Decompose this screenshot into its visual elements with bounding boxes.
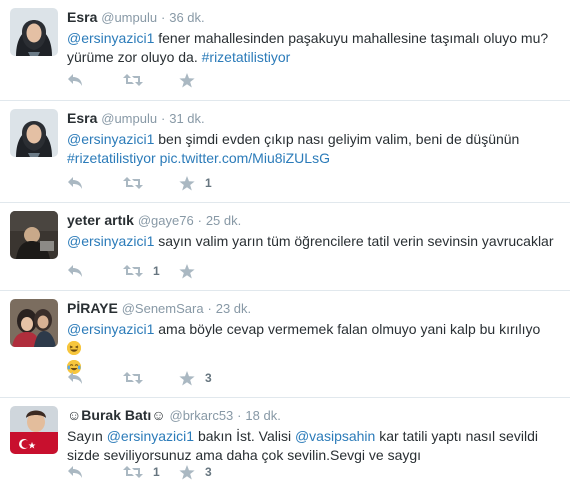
tweet-author-name[interactable]: Esra [67, 9, 97, 25]
reply-icon [68, 74, 82, 86]
favorite-button[interactable] [179, 263, 235, 279]
tweet-timestamp[interactable]: 36 dk. [169, 10, 204, 25]
avatar[interactable] [10, 211, 58, 259]
tweet[interactable]: Esra @umpulu · 36 dk. @ersinyazici1 fene… [0, 0, 570, 101]
star-icon [179, 263, 195, 278]
reply-button[interactable] [67, 176, 123, 190]
tweet[interactable]: PİRAYE @SenemSara · 23 dk. @ersinyazici1… [0, 291, 570, 398]
retweet-button[interactable] [123, 371, 179, 385]
separator-dot: · [160, 111, 166, 126]
reply-icon [68, 265, 82, 277]
separator-dot: · [160, 10, 166, 25]
tweet-author-name[interactable]: ☺Burak Batı☺ [67, 407, 166, 423]
reply-button[interactable] [67, 73, 123, 87]
star-icon [179, 175, 195, 190]
hashtag-link[interactable]: #rizetatilistiyor [202, 49, 291, 65]
favorite-button[interactable] [179, 72, 235, 88]
reply-button[interactable] [67, 465, 123, 479]
tweet-text-segment: sayın valim yarın tüm öğrencilere tatil … [154, 233, 554, 249]
tweet-author-handle[interactable]: @SenemSara [122, 301, 204, 316]
tweet-text-segment: ama böyle cevap vermemek falan olmuyo ya… [154, 321, 541, 337]
tweet-author-name[interactable]: Esra [67, 110, 97, 126]
reply-icon [68, 466, 82, 478]
favorite-count: 1 [205, 176, 212, 190]
reply-button[interactable] [67, 264, 123, 278]
tweet[interactable]: yeter artık @gaye76 · 25 dk. @ersinyazic… [0, 203, 570, 291]
tweet-text: @ersinyazici1 ben şimdi evden çıkıp nası… [67, 130, 558, 168]
tweet-text-segment: ben şimdi evden çıkıp nası geliyim valim… [154, 131, 520, 147]
mention-link[interactable]: @ersinyazici1 [67, 30, 154, 46]
retweet-icon [123, 265, 143, 277]
media-link[interactable]: pic.twitter.com/Miu8iZULsG [160, 150, 330, 166]
retweet-count: 1 [153, 465, 160, 479]
mention-link[interactable]: @vasipsahin [295, 428, 375, 444]
tweet-timestamp[interactable]: 18 dk. [245, 408, 280, 423]
tweet-actions: 1 3 [67, 463, 235, 481]
avatar[interactable] [10, 8, 58, 56]
avatar[interactable] [10, 109, 58, 157]
tweet-text: @ersinyazici1 fener mahallesinden paşaku… [67, 29, 558, 67]
tweet-text-segment: bakın İst. Valisi [194, 428, 295, 444]
tweet-list: Esra @umpulu · 36 dk. @ersinyazici1 fene… [0, 0, 570, 492]
tweet-author-handle[interactable]: @brkarc53 [170, 408, 234, 423]
tweet-text: Sayın @ersinyazici1 bakın İst. Valisi @v… [67, 427, 558, 465]
hashtag-link[interactable]: #rizetatilistiyor [67, 150, 156, 166]
star-icon [179, 72, 195, 87]
mention-link[interactable]: @ersinyazici1 [67, 131, 154, 147]
separator-dot: · [197, 213, 202, 228]
separator-dot: · [207, 301, 212, 316]
retweet-count: 1 [153, 264, 160, 278]
tweet-timestamp[interactable]: 25 dk. [206, 213, 241, 228]
tweet-author-handle[interactable]: @umpulu [101, 10, 157, 25]
avatar[interactable] [10, 406, 58, 454]
favorite-button[interactable]: 3 [179, 464, 235, 480]
tweet[interactable]: ☺Burak Batı☺ @brkarc53 · 18 dk. Sayın @e… [0, 398, 570, 492]
favorite-button[interactable]: 3 [179, 370, 235, 386]
tweet-actions: 1 [67, 174, 235, 192]
tweet-author-name[interactable]: yeter artık [67, 212, 134, 228]
favorite-count: 3 [205, 465, 212, 479]
reply-button[interactable] [67, 371, 123, 385]
avatar[interactable] [10, 299, 58, 347]
retweet-button[interactable]: 1 [123, 465, 179, 479]
tweet-actions: 3 [67, 369, 235, 387]
retweet-button[interactable] [123, 176, 179, 190]
retweet-icon [123, 372, 143, 384]
reply-icon [68, 177, 82, 189]
tweet-text: @ersinyazici1 sayın valim yarın tüm öğre… [67, 232, 558, 251]
retweet-button[interactable] [123, 73, 179, 87]
star-icon [179, 464, 195, 479]
tweet-author-name[interactable]: PİRAYE [67, 300, 118, 316]
tweet-text-segment: Sayın [67, 428, 107, 444]
mention-link[interactable]: @ersinyazici1 [67, 233, 154, 249]
favorite-button[interactable]: 1 [179, 175, 235, 191]
retweet-icon [123, 74, 143, 86]
tweet-actions [67, 71, 235, 89]
mention-link[interactable]: @ersinyazici1 [107, 428, 194, 444]
separator-dot: · [237, 408, 242, 423]
mention-link[interactable]: @ersinyazici1 [67, 321, 154, 337]
tweet-timestamp[interactable]: 31 dk. [169, 111, 204, 126]
retweet-icon [123, 177, 143, 189]
tweet-author-handle[interactable]: @umpulu [101, 111, 157, 126]
reply-icon [68, 372, 82, 384]
grinning-squint-emoji [67, 341, 81, 355]
favorite-count: 3 [205, 371, 212, 385]
tweet-author-handle[interactable]: @gaye76 [138, 213, 194, 228]
tweet[interactable]: Esra @umpulu · 31 dk. @ersinyazici1 ben … [0, 101, 570, 203]
tweet-actions: 1 [67, 262, 235, 280]
retweet-button[interactable]: 1 [123, 264, 179, 278]
retweet-icon [123, 466, 143, 478]
tweet-timestamp[interactable]: 23 dk. [216, 301, 251, 316]
star-icon [179, 370, 195, 385]
